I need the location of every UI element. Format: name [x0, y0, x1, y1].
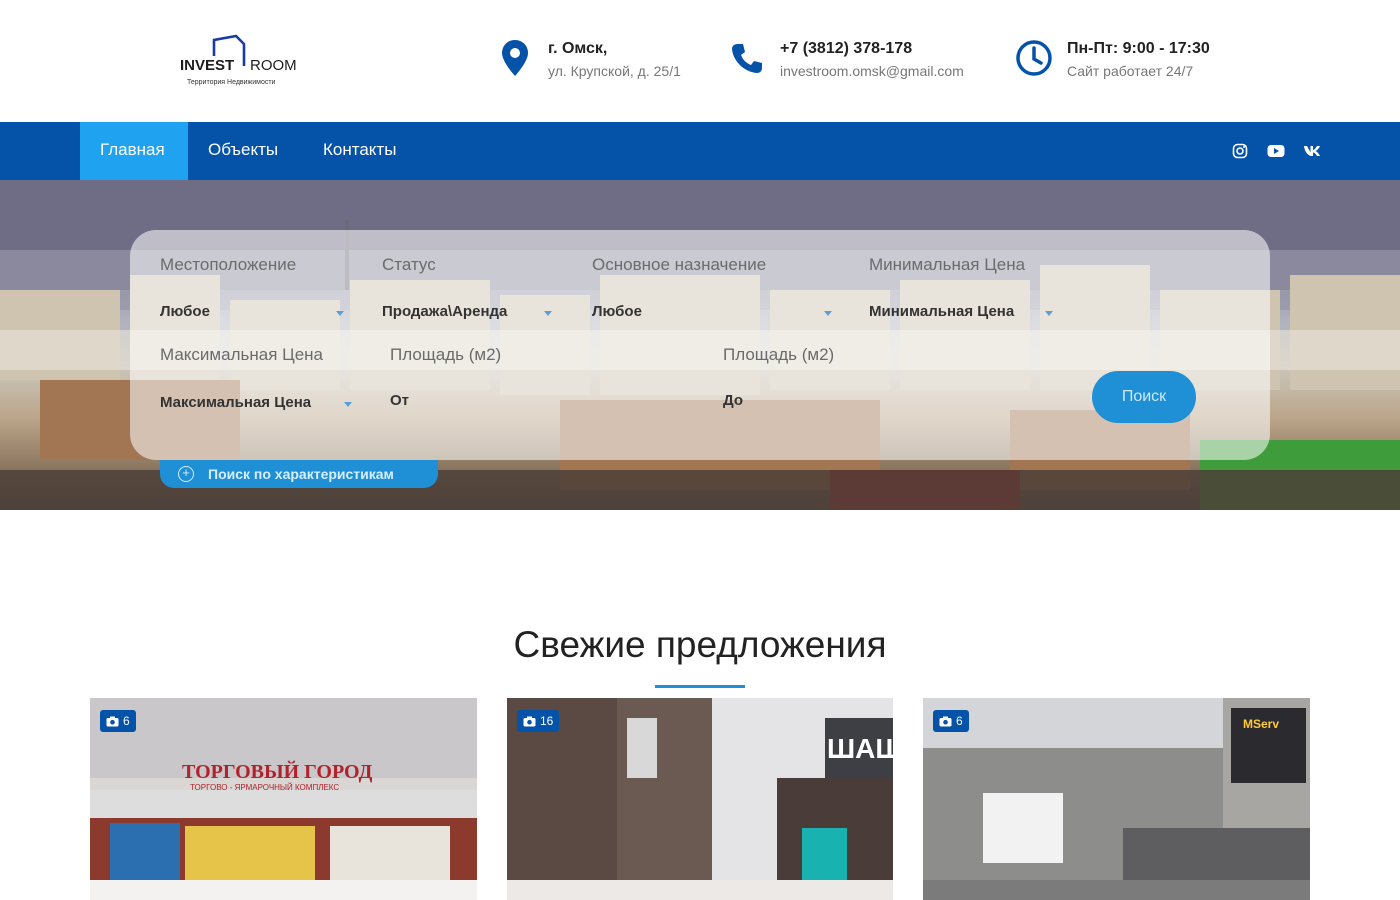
min-price-chevron-down-icon[interactable]	[1045, 311, 1053, 316]
max-price-select[interactable]: Максимальная Цена	[160, 394, 311, 411]
min-price-label: Минимальная Цена	[869, 255, 1026, 274]
photo-count-badge: 6	[100, 710, 136, 732]
area-from-input[interactable]: От	[390, 392, 409, 409]
property-card[interactable]: MServ 6	[923, 698, 1310, 900]
site-header: INVEST ROOM Территория Недвижимости г. О…	[0, 0, 1400, 122]
advanced-search-button[interactable]: + Поиск по характеристикам	[160, 460, 438, 488]
area-from-label: Площадь (м2)	[390, 345, 502, 364]
camera-icon	[523, 716, 536, 726]
location-select[interactable]: Любое	[160, 303, 210, 320]
logo-brand-right: ROOM	[250, 57, 297, 74]
section-title: Свежие предложения	[513, 624, 887, 665]
work-schedule: Пн-Пт: 9:00 - 17:30	[1067, 40, 1210, 57]
area-to-label: Площадь (м2)	[723, 345, 835, 364]
address-text: ул. Крупской, д. 25/1	[548, 63, 681, 79]
plus-circle-icon: +	[178, 466, 194, 482]
photo-count: 6	[123, 714, 130, 728]
contact-info: +7 (3812) 378-178 investroom.omsk@gmail.…	[728, 38, 964, 82]
property-card[interactable]: ШАШ 16	[507, 698, 894, 900]
property-photo[interactable]: ТОРГОВЫЙ ГОРОД ТОРГОВО - ЯРМАРОЧНЫЙ КОМП…	[90, 698, 477, 900]
location-info: г. Омск, ул. Крупской, д. 25/1	[496, 38, 681, 82]
nav-item-contacts[interactable]: Контакты	[303, 122, 416, 180]
photo-count-badge: 16	[517, 710, 560, 732]
photo-count: 6	[956, 714, 963, 728]
shop-sign: ШАШ	[827, 733, 893, 764]
area-to-input[interactable]: До	[723, 392, 743, 409]
city-text: г. Омск,	[548, 40, 608, 57]
property-photo[interactable]: MServ	[923, 698, 1310, 900]
clock-icon	[1015, 38, 1053, 78]
main-nav: Главная Объекты Контакты	[0, 122, 1400, 180]
status-select[interactable]: Продажа\Аренда	[382, 303, 507, 320]
max-price-label: Максимальная Цена	[160, 345, 323, 364]
photo-count: 16	[540, 714, 554, 728]
instagram-icon[interactable]	[1230, 141, 1250, 161]
site-logo[interactable]: INVEST ROOM Территория Недвижимости	[178, 34, 304, 90]
purpose-label: Основное назначение	[592, 255, 767, 274]
hours-info: Пн-Пт: 9:00 - 17:30 Сайт работает 24/7	[1015, 38, 1210, 82]
vk-icon[interactable]	[1302, 141, 1322, 161]
status-label: Статус	[382, 255, 436, 274]
purpose-select[interactable]: Любое	[592, 303, 642, 320]
nav-item-home[interactable]: Главная	[80, 122, 188, 180]
camera-icon	[106, 716, 119, 726]
phone-icon	[728, 38, 766, 78]
photo-count-badge: 6	[933, 710, 969, 732]
camera-icon	[939, 716, 952, 726]
shop-sign: MServ	[1243, 717, 1279, 731]
shop-sign-main: ТОРГОВЫЙ ГОРОД	[182, 760, 373, 783]
youtube-icon[interactable]	[1266, 141, 1286, 161]
property-photo[interactable]: ШАШ	[507, 698, 894, 900]
title-underline	[655, 685, 745, 688]
status-chevron-down-icon[interactable]	[544, 311, 552, 316]
email-link[interactable]: investroom.omsk@gmail.com	[780, 60, 964, 82]
location-chevron-down-icon[interactable]	[336, 311, 344, 316]
logo-brand-left: INVEST	[180, 57, 234, 74]
location-label: Местоположение	[160, 255, 297, 274]
map-pin-icon	[496, 38, 534, 78]
min-price-select[interactable]: Минимальная Цена	[869, 303, 1014, 320]
max-price-chevron-down-icon[interactable]	[344, 402, 352, 407]
purpose-chevron-down-icon[interactable]	[824, 311, 832, 316]
property-card[interactable]: ТОРГОВЫЙ ГОРОД ТОРГОВО - ЯРМАРОЧНЫЙ КОМП…	[90, 698, 477, 900]
advanced-search-label: Поиск по характеристикам	[208, 466, 394, 482]
nav-item-objects[interactable]: Объекты	[188, 122, 298, 180]
shop-sign-sub: ТОРГОВО - ЯРМАРОЧНЫЙ КОМПЛЕКС	[190, 783, 339, 792]
search-button[interactable]: Поиск	[1092, 371, 1196, 423]
phone-number[interactable]: +7 (3812) 378-178	[780, 38, 964, 60]
logo-tagline: Территория Недвижимости	[187, 79, 276, 86]
site-uptime-note: Сайт работает 24/7	[1067, 63, 1194, 79]
